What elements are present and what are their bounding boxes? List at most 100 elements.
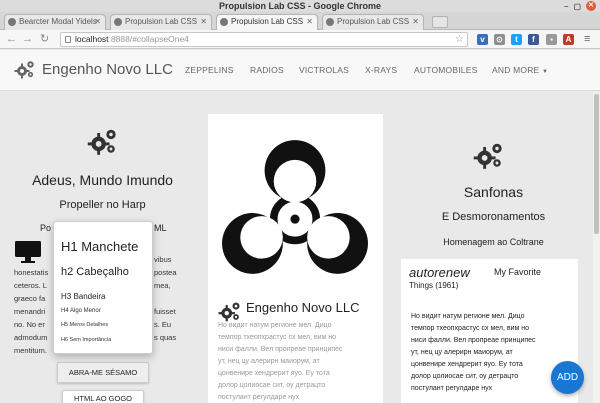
body-text: s quas <box>154 333 177 342</box>
extension-icon[interactable]: ▪ <box>546 34 557 45</box>
menu-icon[interactable]: ≡ <box>584 33 590 45</box>
extension-icon[interactable]: ⊙ <box>494 34 505 45</box>
address-bar[interactable]: localhost:8888/#collapseOne4 ☆ <box>60 32 468 47</box>
tab-label: Propulsion Lab CSS <box>125 17 198 26</box>
navbar-brand[interactable]: Engenho Novo LLC <box>42 61 173 78</box>
card-title: autorenew <box>409 265 470 280</box>
column-title: Sanfonas <box>463 184 524 200</box>
browser-tab-3[interactable]: Propulsion Lab CSS ✕ <box>216 14 318 30</box>
body-text: s. Eu <box>154 320 172 329</box>
window-titlebar: Propulsion Lab CSS - Google Chrome – ▢ ✕ <box>0 0 600 12</box>
desktop-monitor-icon <box>15 241 41 263</box>
add-fab-button[interactable]: ADD <box>551 361 584 394</box>
favicon-icon <box>114 18 122 26</box>
card-heading: Engenho Novo LLC <box>246 300 360 315</box>
dropdown-item-h5[interactable]: H5 Meros Detalhes <box>61 322 108 328</box>
body-text: mea, <box>154 281 171 290</box>
favicon-icon <box>8 18 16 26</box>
card-body-line: ут, нец цу алерирн маиорум, ат <box>218 358 320 365</box>
tab-close-icon[interactable]: ✕ <box>94 15 101 29</box>
column-center-card: Engenho Novo LLC Ho видит натум регионе … <box>208 114 383 403</box>
address-path: :8888/#collapseOne4 <box>108 34 189 44</box>
page-scrollbar-thumb[interactable] <box>594 94 599 234</box>
body-text: ceteros. L <box>14 281 47 290</box>
body-text: postea <box>154 268 177 277</box>
nav-link-victrolas[interactable]: VICTROLAS <box>299 65 349 75</box>
nav-link-automobiles[interactable]: AUTOMOBILES <box>414 65 477 75</box>
card-body-line: ниси фалли. Вел пропреае принципес <box>411 337 536 344</box>
gears-icon <box>14 61 34 79</box>
card-body-line: цонвенире хендрерит яуо. Еу тота <box>411 361 523 368</box>
tab-close-icon[interactable]: ✕ <box>412 15 419 29</box>
biohazard-icon <box>222 140 368 274</box>
body-text: menandri <box>14 307 46 316</box>
column-subtitle-secondary: Homenagem ao Coltrane <box>443 237 544 247</box>
browser-tab-1[interactable]: Bearcter Modal Yidels ✕ <box>4 14 106 30</box>
dropdown-item-h4[interactable]: H4 Algo Menor <box>61 308 101 314</box>
new-tab-button[interactable] <box>432 16 448 28</box>
pdf-extension-icon[interactable]: A <box>563 34 574 45</box>
reload-icon[interactable]: ↻ <box>40 33 49 45</box>
body-text: graeco fa <box>14 294 46 303</box>
heading-dropdown-menu: H1 Manchete h2 Cabeçalho H3 Bandeira H4 … <box>53 221 153 354</box>
card-favorite-label: My Favorite <box>494 267 542 277</box>
back-arrow-icon[interactable]: ← <box>6 33 17 45</box>
card-body-line: ут, нец цу алерирн маиорум, ат <box>411 349 513 356</box>
address-host: localhost <box>75 34 109 44</box>
tab-label: Propulsion Lab CSS <box>337 17 410 26</box>
nav-link-radios[interactable]: RADIOS <box>250 65 284 75</box>
extension-icon[interactable]: v <box>477 34 488 45</box>
forward-arrow-icon[interactable]: → <box>22 33 33 45</box>
gears-icon <box>87 129 116 155</box>
site-navbar: Engenho Novo LLC ZEPPELINS RADIOS VICTRO… <box>0 50 600 91</box>
tab-close-icon[interactable]: ✕ <box>200 15 207 29</box>
body-text: fuisset <box>154 307 176 316</box>
tab-label: Bearcter Modal Yidels <box>19 17 97 26</box>
body-text: admodum <box>14 333 48 342</box>
twitter-extension-icon[interactable]: t <box>511 34 522 45</box>
column-subtitle: E Desmoronamentos <box>441 211 546 223</box>
column-title: Adeus, Mundo Imundo <box>32 172 173 188</box>
tab-label: Propulsion Lab CSS <box>231 17 304 26</box>
body-text: honestatis <box>14 268 49 277</box>
card-body: Ho видит натум регионе мел. Дицо темпор … <box>218 320 378 403</box>
card-body-line: Но видит натум регионе мел. Дицо <box>411 313 525 320</box>
card-year: Things (1961) <box>409 281 459 290</box>
body-text: mentitum. <box>14 346 47 355</box>
facebook-extension-icon[interactable]: f <box>528 34 539 45</box>
html-au-gogo-button[interactable]: HTML AO GOGO <box>62 390 144 403</box>
tab-close-icon[interactable]: ✕ <box>306 15 313 29</box>
open-sesame-button[interactable]: ABRA-ME SÉSAMO <box>57 362 149 383</box>
tab-strip: Bearcter Modal Yidels ✕ Propulsion Lab C… <box>0 12 600 30</box>
card-body-line: темпор тхеопхрастус сх мел, вим но <box>411 325 530 332</box>
card-body-line: темпор тхеопхрастус сх мел, вим но <box>218 334 337 341</box>
dropdown-item-h6[interactable]: H6 Sem Importância <box>61 337 111 343</box>
bookmark-star-icon[interactable]: ☆ <box>455 33 464 46</box>
nav-link-and-more[interactable]: AND MORE ▼ <box>492 65 548 75</box>
browser-toolbar: ← → ↻ localhost:8888/#collapseOne4 ☆ v ⊙… <box>0 30 600 49</box>
caret-down-icon: ▼ <box>541 69 549 75</box>
browser-tab-2[interactable]: Propulsion Lab CSS ✕ <box>110 14 212 30</box>
nav-link-and-more-label: AND MORE <box>492 65 540 75</box>
nav-link-x-rays[interactable]: X-RAYS <box>365 65 397 75</box>
card-body-line: цонвенире хендрерит яуо. Еу тота <box>218 370 330 377</box>
favicon-icon <box>220 18 228 26</box>
dropdown-item-h3[interactable]: H3 Bandeira <box>61 292 105 301</box>
favicon-icon <box>326 18 334 26</box>
dropdown-item-h1[interactable]: H1 Manchete <box>61 239 138 254</box>
gears-icon <box>218 302 240 322</box>
card-body-line: постулант регулдаре нух <box>218 394 300 401</box>
dropdown-item-h2[interactable]: h2 Cabeçalho <box>61 266 129 278</box>
card-body-line: постулант регулдаре нух <box>411 385 493 392</box>
page-info-icon[interactable] <box>65 36 71 43</box>
body-text: no. No er <box>14 320 45 329</box>
nav-link-zeppelins[interactable]: ZEPPELINS <box>185 65 234 75</box>
truncated-text: Po <box>40 223 52 233</box>
card-body-line: Ho видит натум регионе мел. Дицо <box>218 322 332 329</box>
close-window-icon[interactable]: ✕ <box>586 1 596 11</box>
window-title: Propulsion Lab CSS - Google Chrome <box>218 1 381 11</box>
browser-tab-4[interactable]: Propulsion Lab CSS ✕ <box>322 14 424 30</box>
column-subtitle: Propeller no Harp <box>59 199 146 211</box>
gears-icon <box>473 143 502 169</box>
body-text: vibus <box>154 255 172 264</box>
